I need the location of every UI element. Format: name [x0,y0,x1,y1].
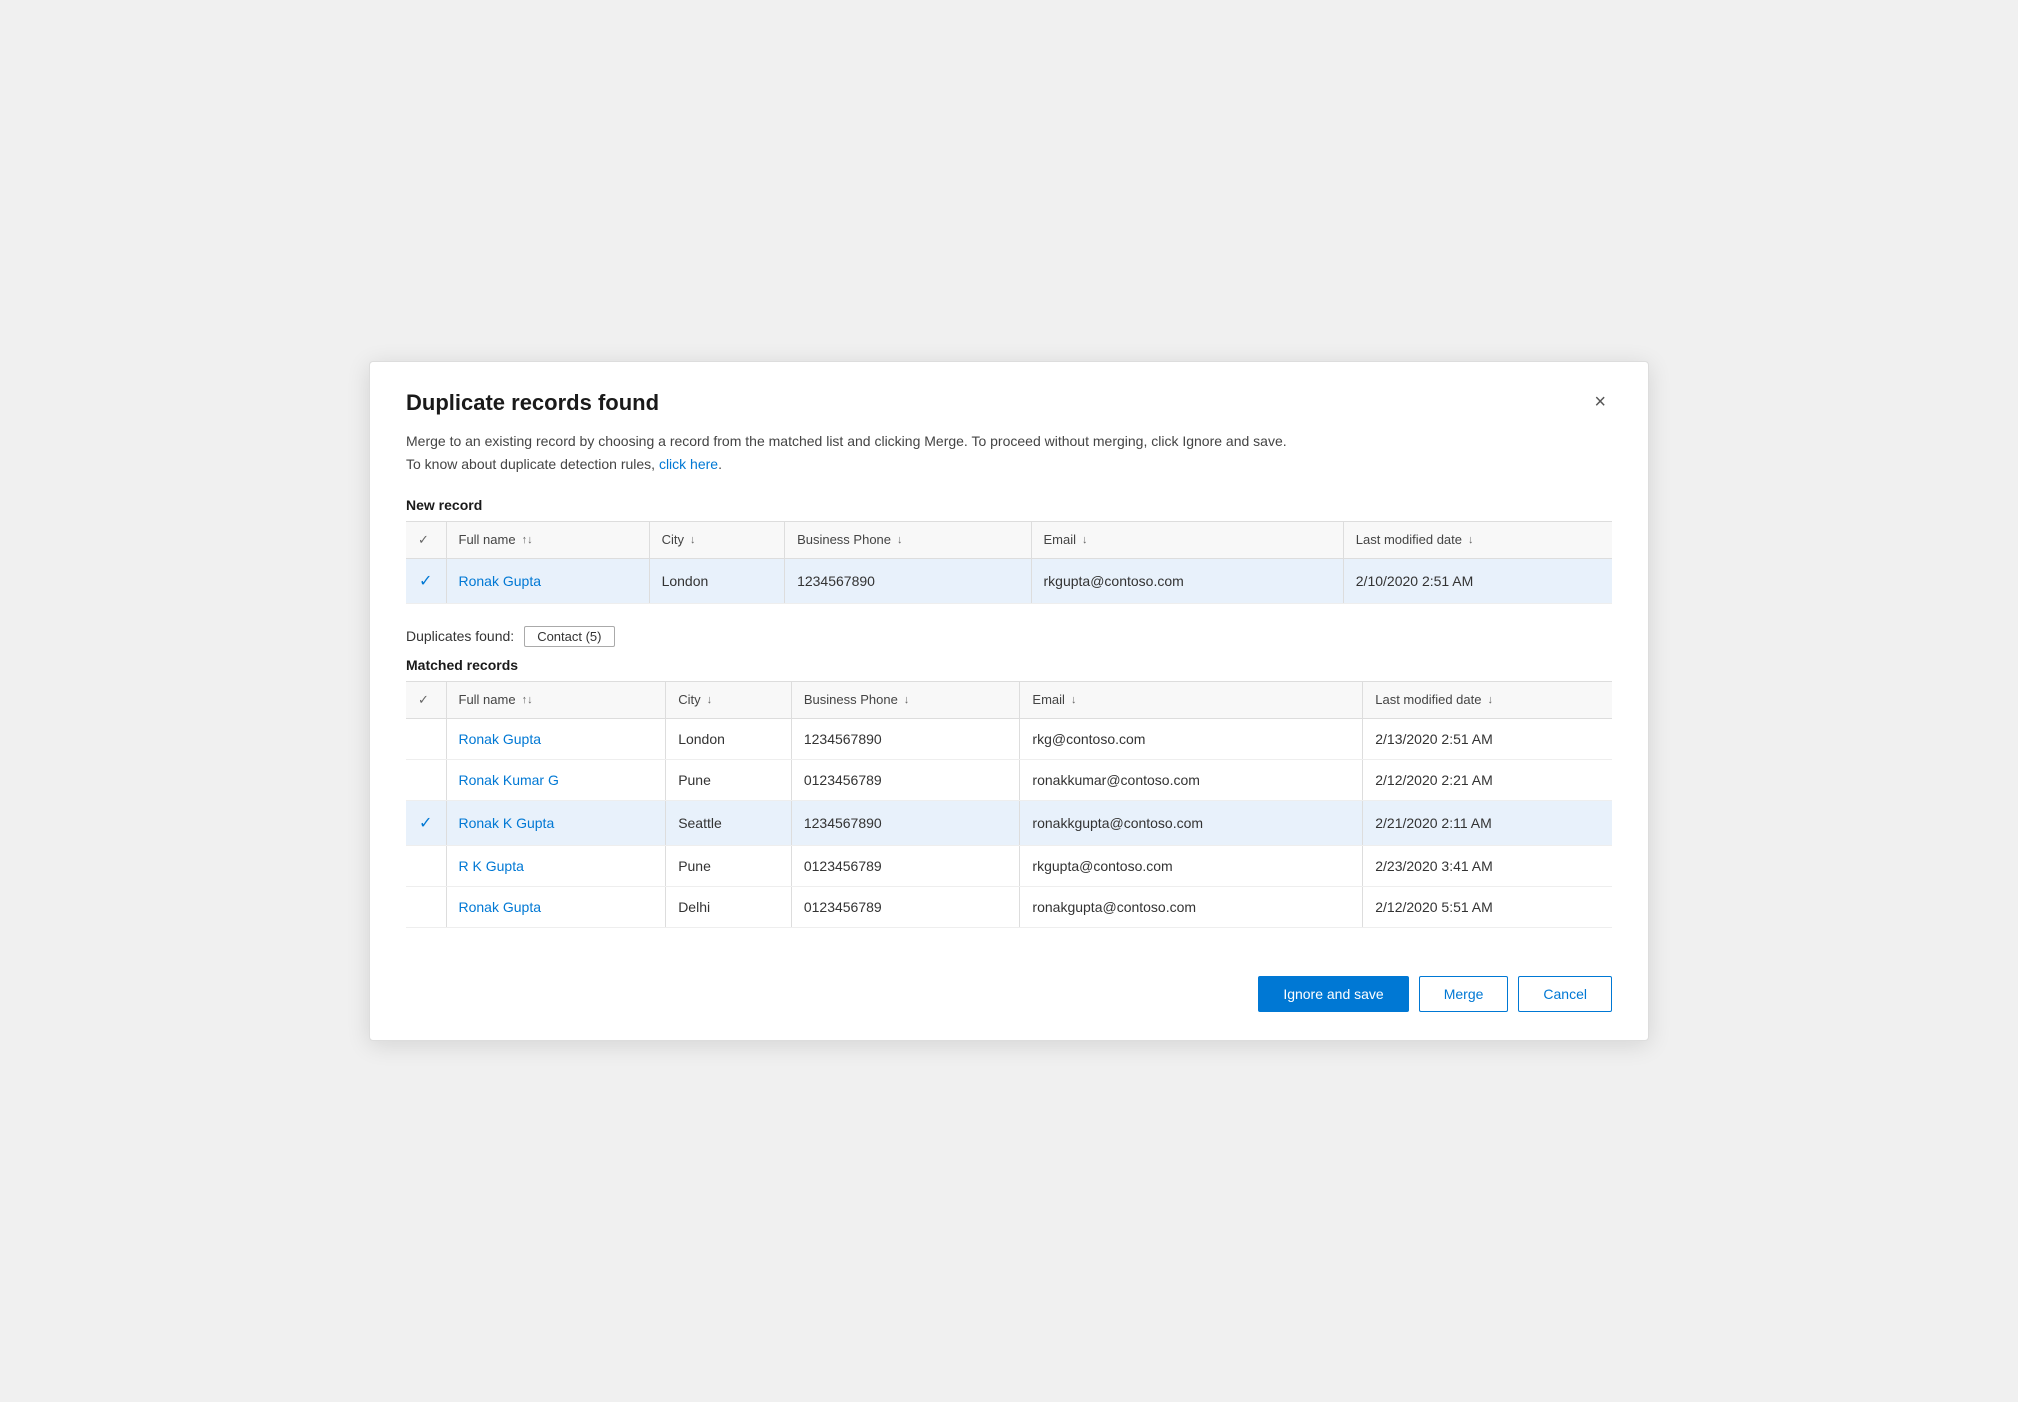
matched-record-row[interactable]: Ronak Kumar G Pune 0123456789 ronakkumar… [406,759,1612,800]
matched-record-row[interactable]: ✓ Ronak K Gupta Seattle 1234567890 ronak… [406,800,1612,845]
description-body: Merge to an existing record by choosing … [406,433,1287,449]
matched-th-city[interactable]: City ↓ [666,681,792,718]
matched-row-city: Pune [666,845,792,886]
new-record-th-email[interactable]: Email ↓ [1031,521,1343,558]
cancel-button[interactable]: Cancel [1518,976,1612,1012]
close-button[interactable]: × [1588,390,1612,414]
matched-phone-sort-icon: ↓ [904,694,910,706]
email-sort-icon: ↓ [1082,534,1088,546]
phone-sort-icon: ↓ [897,534,903,546]
matched-th-phone[interactable]: Business Phone ↓ [791,681,1020,718]
matched-row-fullname[interactable]: Ronak Gupta [446,718,666,759]
matched-row-email: rkgupta@contoso.com [1020,845,1363,886]
click-here-link[interactable]: click here [659,456,718,472]
matched-row-phone: 1234567890 [791,800,1020,845]
matched-record-row[interactable]: R K Gupta Pune 0123456789 rkgupta@contos… [406,845,1612,886]
matched-row-email: rkg@contoso.com [1020,718,1363,759]
new-row-phone: 1234567890 [785,558,1031,603]
matched-record-row[interactable]: Ronak Gupta Delhi 0123456789 ronakgupta@… [406,886,1612,927]
matched-row-phone: 0123456789 [791,845,1020,886]
dialog-footer: Ignore and save Merge Cancel [406,960,1612,1012]
duplicates-found-row: Duplicates found: Contact (5) [406,626,1612,647]
new-row-fullname[interactable]: Ronak Gupta [446,558,649,603]
description-link-suffix: . [718,456,722,472]
duplicate-records-dialog: Duplicate records found × Merge to an ex… [369,361,1649,1041]
new-row-fullname-link[interactable]: Ronak Gupta [459,573,542,589]
matched-row-phone: 0123456789 [791,886,1020,927]
new-record-th-lastmod[interactable]: Last modified date ↓ [1343,521,1612,558]
matched-fullname-sort-icon: ↑↓ [522,694,533,706]
matched-row-lastmod: 2/12/2020 5:51 AM [1363,886,1612,927]
new-record-th-check: ✓ [406,521,446,558]
matched-row-phone: 0123456789 [791,759,1020,800]
matched-lastmod-sort-icon: ↓ [1487,694,1493,706]
duplicates-found-label: Duplicates found: [406,628,514,644]
matched-row-fullname-link[interactable]: Ronak Gupta [459,731,542,747]
matched-th-fullname[interactable]: Full name ↑↓ [446,681,666,718]
new-row-email: rkgupta@contoso.com [1031,558,1343,603]
matched-row-city: Delhi [666,886,792,927]
city-sort-icon: ↓ [690,534,696,546]
new-row-city: London [649,558,784,603]
description-text: Merge to an existing record by choosing … [406,430,1612,475]
matched-city-sort-icon: ↓ [707,694,713,706]
matched-records-label: Matched records [406,657,1612,673]
ignore-save-button[interactable]: Ignore and save [1258,976,1408,1012]
matched-row-fullname-link[interactable]: Ronak Gupta [459,899,542,915]
new-record-th-fullname[interactable]: Full name ↑↓ [446,521,649,558]
new-row-lastmod: 2/10/2020 2:51 AM [1343,558,1612,603]
matched-row-lastmod: 2/21/2020 2:11 AM [1363,800,1612,845]
dialog-title: Duplicate records found [406,390,659,416]
matched-row-city: London [666,718,792,759]
fullname-sort-icon: ↑↓ [522,534,533,546]
new-record-header-row: ✓ Full name ↑↓ City ↓ [406,521,1612,558]
matched-row-email: ronakgupta@contoso.com [1020,886,1363,927]
check-icon-matched-header: ✓ [418,692,429,707]
description-link-prefix: To know about duplicate detection rules, [406,456,659,472]
matched-th-email[interactable]: Email ↓ [1020,681,1363,718]
matched-row-fullname[interactable]: Ronak Gupta [446,886,666,927]
matched-row-lastmod: 2/23/2020 3:41 AM [1363,845,1612,886]
new-record-row[interactable]: ✓ Ronak Gupta London 1234567890 rkgupta@… [406,558,1612,603]
check-icon: ✓ [419,573,432,590]
new-record-label: New record [406,497,1612,513]
matched-th-lastmod[interactable]: Last modified date ↓ [1363,681,1612,718]
matched-row-fullname-link[interactable]: R K Gupta [459,858,524,874]
matched-records-section: Matched records ✓ Full name ↑↓ [406,657,1612,928]
matched-row-city: Seattle [666,800,792,845]
matched-row-check: ✓ [406,800,446,845]
matched-row-check [406,718,446,759]
new-record-table: ✓ Full name ↑↓ City ↓ [406,521,1612,604]
matched-th-check: ✓ [406,681,446,718]
matched-row-check [406,886,446,927]
matched-row-fullname[interactable]: Ronak K Gupta [446,800,666,845]
matched-header-row: ✓ Full name ↑↓ City ↓ [406,681,1612,718]
matched-row-fullname-link[interactable]: Ronak Kumar G [459,772,559,788]
matched-row-city: Pune [666,759,792,800]
matched-row-phone: 1234567890 [791,718,1020,759]
check-icon-header: ✓ [418,532,429,547]
matched-records-table: ✓ Full name ↑↓ City ↓ [406,681,1612,928]
new-record-th-phone[interactable]: Business Phone ↓ [785,521,1031,558]
matched-row-email: ronakkgupta@contoso.com [1020,800,1363,845]
matched-row-check [406,759,446,800]
matched-email-sort-icon: ↓ [1071,694,1077,706]
matched-row-lastmod: 2/13/2020 2:51 AM [1363,718,1612,759]
contact-badge[interactable]: Contact (5) [524,626,614,647]
matched-row-fullname-link[interactable]: Ronak K Gupta [459,815,555,831]
check-icon: ✓ [419,815,432,832]
new-record-th-city[interactable]: City ↓ [649,521,784,558]
matched-row-fullname[interactable]: R K Gupta [446,845,666,886]
matched-row-email: ronakkumar@contoso.com [1020,759,1363,800]
matched-record-row[interactable]: Ronak Gupta London 1234567890 rkg@contos… [406,718,1612,759]
dialog-header: Duplicate records found × [406,390,1612,416]
matched-row-lastmod: 2/12/2020 2:21 AM [1363,759,1612,800]
merge-button[interactable]: Merge [1419,976,1509,1012]
lastmod-sort-icon: ↓ [1468,534,1474,546]
new-row-check: ✓ [406,558,446,603]
matched-row-fullname[interactable]: Ronak Kumar G [446,759,666,800]
matched-row-check [406,845,446,886]
new-record-section: New record ✓ Full name ↑↓ City [406,497,1612,604]
